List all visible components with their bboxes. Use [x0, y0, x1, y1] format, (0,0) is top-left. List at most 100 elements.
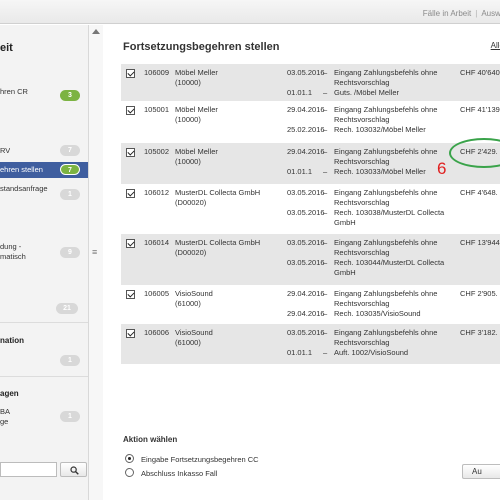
- case-id: 106012: [144, 188, 170, 197]
- case-id: 106006: [144, 328, 170, 337]
- table-row[interactable]: 105001 Möbel Meller (10000) 29.04.2016– Eing…: [121, 101, 500, 143]
- sidebar-badge-fortsetzungsbegehren: 7: [60, 164, 80, 175]
- sidebar: eit hren CR 3 RV 7 ehren stellen 7 stand…: [0, 25, 103, 500]
- page-title: Fortsetzungsbegehren stellen: [123, 41, 280, 53]
- link-auswertung[interactable]: Auswer: [481, 9, 500, 18]
- debtor-name: Möbel Meller (10000): [175, 68, 218, 88]
- event-line: Eingang Zahlungsbefehls ohne: [334, 238, 438, 247]
- dash: –: [323, 105, 328, 114]
- amount: CHF 41'139: [460, 105, 500, 114]
- search-input[interactable]: [0, 462, 57, 477]
- debtor-number: (D00020): [175, 248, 207, 257]
- dash: –: [323, 188, 328, 197]
- row-checkbox[interactable]: [126, 69, 135, 78]
- submit-button[interactable]: Au: [462, 464, 500, 479]
- sidebar-divider: [0, 376, 88, 377]
- link-faelle-in-arbeit[interactable]: Fälle in Arbeit: [423, 9, 471, 18]
- debtor-name: VisioSound (61000): [175, 328, 213, 348]
- debtor-name: Möbel Meller (10000): [175, 105, 218, 125]
- event-line: Eingang Zahlungsbefehls ohne: [334, 328, 438, 337]
- table-row[interactable]: 106012 MusterDL Collecta GmbH (D00020) 03.0…: [121, 184, 500, 234]
- debtor-name-line: VisioSound: [175, 289, 213, 298]
- dash: –: [323, 88, 328, 97]
- event-description: Eingang Zahlungsbefehls ohne Rechtsvorsch…: [334, 105, 452, 125]
- dash: –: [323, 289, 328, 298]
- top-links: Fälle in Arbeit |Auswer: [423, 9, 500, 18]
- sidebar-divider: [0, 322, 88, 323]
- debtor-name: VisioSound (61000): [175, 289, 213, 309]
- table-row[interactable]: 106005 VisioSound (61000) 29.04.2016– Eingan…: [121, 285, 500, 324]
- case-id: 105002: [144, 147, 170, 156]
- radio-eingabe-fortsetzungsbegehren[interactable]: [125, 454, 134, 463]
- search-icon: [70, 466, 79, 475]
- table-row[interactable]: 106006 VisioSound (61000) 03.05.2016– Eingan…: [121, 324, 500, 364]
- document-description: Auft. 1002/VisioSound: [334, 348, 409, 357]
- event-date: 29.04.2016: [287, 105, 325, 114]
- radio-label: Abschluss Inkasso Fall: [141, 469, 218, 478]
- event-line: Rechtsvorschlag: [334, 78, 390, 87]
- debtor-name: MusterDL Collecta GmbH (D00020): [175, 238, 260, 258]
- row-checkbox[interactable]: [126, 239, 135, 248]
- document-date: 03.05.2016: [287, 258, 325, 267]
- event-description: Eingang Zahlungsbefehls ohne Rechtsvorsch…: [334, 328, 452, 348]
- row-checkbox[interactable]: [126, 148, 135, 157]
- sidebar-scrollbar[interactable]: ≡: [88, 25, 103, 500]
- sidebar-badge-rv: 7: [60, 145, 80, 156]
- event-description: Eingang Zahlungsbefehls ohne Rechtsvorsch…: [334, 68, 452, 88]
- event-description: Eingang Zahlungsbefehls ohne Rechtsvorsch…: [334, 147, 452, 167]
- event-date: 29.04.2016: [287, 289, 325, 298]
- sidebar-item-label-line2: ge: [0, 417, 9, 426]
- amount: CHF 2'905.: [460, 289, 498, 298]
- sidebar-badge-standsanfrage: 1: [60, 189, 80, 200]
- debtor-name: MusterDL Collecta GmbH (D00020): [175, 188, 260, 208]
- document-line: Rech. 103038/MusterDL Collecta: [334, 208, 445, 217]
- dash: –: [323, 68, 328, 77]
- document-description: Rech. 103035/VisioSound: [334, 309, 421, 318]
- sidebar-badge-total: 21: [56, 303, 78, 314]
- debtor-name-line: Möbel Meller: [175, 147, 218, 156]
- event-line: Rechtsvorschlag: [334, 299, 390, 308]
- debtor-number: (10000): [175, 78, 201, 87]
- radio-abschluss-inkasso[interactable]: [125, 468, 134, 477]
- document-line: Rech. 103044/MusterDL Collecta: [334, 258, 445, 267]
- top-bar: Fälle in Arbeit |Auswer: [0, 0, 500, 24]
- event-date: 29.04.2016: [287, 147, 325, 156]
- document-date: 01.01.1: [287, 348, 313, 357]
- document-date: 03.05.2016: [287, 208, 325, 217]
- event-line: Rechtsvorschlag: [334, 198, 390, 207]
- debtor-name-line: Möbel Meller: [175, 105, 218, 114]
- sidebar-item-label-line1: BA: [0, 407, 11, 416]
- sidebar-badge-meldung: 9: [60, 247, 80, 258]
- sidebar-item-label: ehren stellen: [0, 165, 43, 174]
- document-date: 25.02.2016: [287, 125, 325, 134]
- event-date: 03.05.2016: [287, 238, 325, 247]
- resize-grip-icon[interactable]: ≡: [92, 247, 97, 257]
- amount: CHF 13'944: [460, 238, 500, 247]
- row-checkbox[interactable]: [126, 189, 135, 198]
- dash: –: [323, 258, 328, 267]
- amount: CHF 4'648.: [460, 188, 498, 197]
- row-checkbox[interactable]: [126, 290, 135, 299]
- search-button[interactable]: [60, 462, 87, 477]
- event-line: Eingang Zahlungsbefehls ohne: [334, 68, 438, 77]
- debtor-number: (10000): [175, 157, 201, 166]
- event-description: Eingang Zahlungsbefehls ohne Rechtsvorsch…: [334, 289, 452, 309]
- event-line: Eingang Zahlungsbefehls ohne: [334, 289, 438, 298]
- debtor-name-line: Möbel Meller: [175, 68, 218, 77]
- scroll-up-icon[interactable]: [92, 29, 100, 34]
- document-description: Guts. /Möbel Meller: [334, 88, 400, 97]
- event-line: Rechtsvorschlag: [334, 338, 390, 347]
- table-row[interactable]: 106009 Möbel Meller (10000) 03.05.2016– Eing…: [121, 64, 500, 101]
- debtor-name-line: MusterDL Collecta GmbH: [175, 238, 261, 247]
- sidebar-section-anfragen: agen: [0, 389, 19, 398]
- document-date: 01.01.1: [287, 167, 313, 176]
- dash: –: [323, 208, 328, 217]
- document-line: GmbH: [334, 218, 356, 227]
- event-description: Eingang Zahlungsbefehls ohne Rechtsvorsch…: [334, 188, 452, 208]
- dash: –: [323, 125, 328, 134]
- row-checkbox[interactable]: [126, 106, 135, 115]
- dash: –: [323, 147, 328, 156]
- select-all-link[interactable]: Alle: [491, 41, 500, 50]
- row-checkbox[interactable]: [126, 329, 135, 338]
- table-row[interactable]: 106014 MusterDL Collecta GmbH (D00020) 03.0…: [121, 234, 500, 285]
